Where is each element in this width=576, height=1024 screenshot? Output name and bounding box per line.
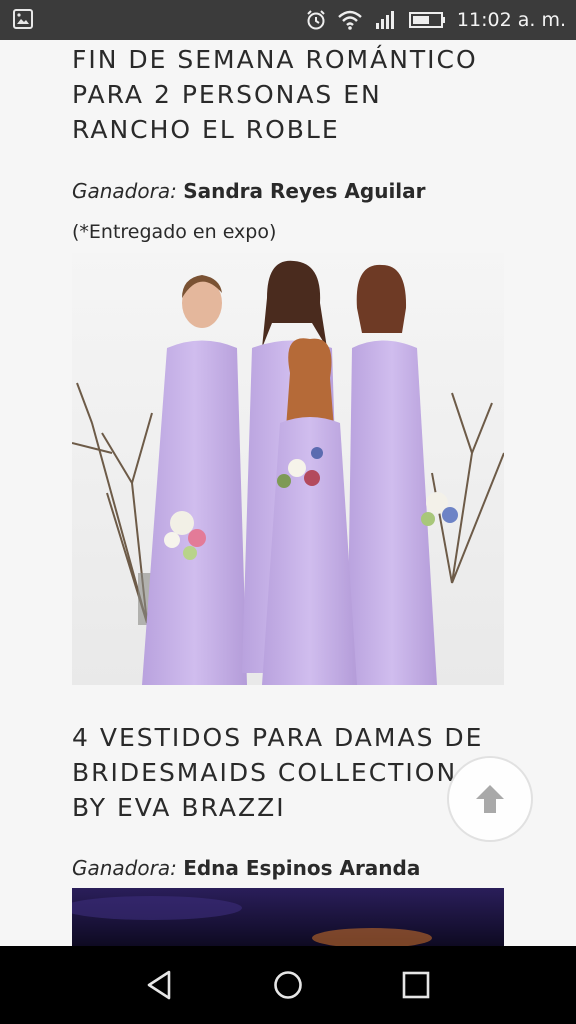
clock-time: 11:02 a. m. [456,9,566,31]
winner-name: Edna Espinos Aranda [183,856,421,880]
winner-name: Sandra Reyes Aguilar [183,179,426,203]
article-content: FIN DE SEMANA ROMÁNTICO PARA 2 PERSONAS … [0,40,576,946]
arrow-up-icon [476,785,504,813]
event-photo [72,888,504,946]
battery-icon [408,12,445,28]
winner-label: Ganadora: [72,179,177,203]
scroll-to-top-button[interactable] [447,756,533,842]
recents-icon[interactable] [399,968,433,1002]
signal-icon [375,11,394,29]
winner-line-2: Ganadora: Edna Espinos Aranda [72,856,420,880]
wifi-icon [338,10,362,30]
home-icon[interactable] [271,968,305,1002]
back-icon[interactable] [143,968,177,1002]
system-nav-bar [0,946,576,1024]
gallery-icon [13,9,33,29]
bridesmaids-photo [72,253,504,685]
delivery-note: (*Entregado en expo) [72,221,277,243]
alarm-icon [307,10,325,30]
winner-label: Ganadora: [72,856,177,880]
section-title-prize-1: FIN DE SEMANA ROMÁNTICO PARA 2 PERSONAS … [72,45,478,144]
winner-line-1: Ganadora: Sandra Reyes Aguilar [72,179,426,203]
section-title-prize-2: 4 VESTIDOS PARA DAMAS DE BRIDESMAIDS COL… [72,723,484,822]
status-bar: 11:02 a. m. [0,0,576,40]
